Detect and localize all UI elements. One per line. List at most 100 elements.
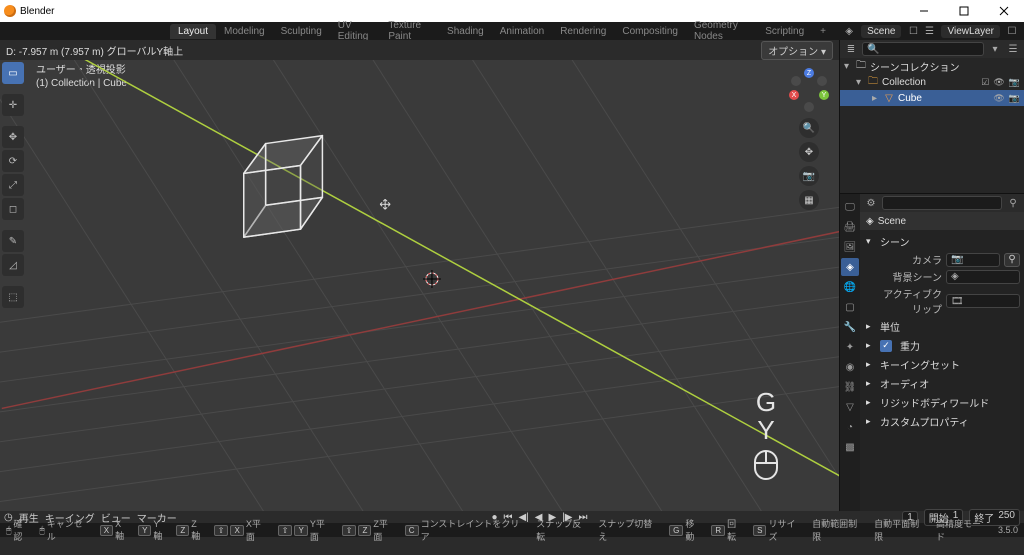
menu-edit[interactable]: 編集 xyxy=(72,22,104,41)
tab-material[interactable]: ◔ xyxy=(841,418,859,436)
new-collection-icon[interactable]: ☰ xyxy=(1006,42,1020,56)
tab-animation[interactable]: Animation xyxy=(492,24,552,39)
tab-constraints[interactable]: ⛓ xyxy=(841,378,859,396)
tab-object[interactable]: ▢ xyxy=(841,298,859,316)
tab-shading[interactable]: Shading xyxy=(439,24,492,39)
properties-breadcrumb: ◈ Scene xyxy=(860,212,1024,230)
pin-icon[interactable]: ⚲ xyxy=(1006,196,1020,210)
key-y-label: Y xyxy=(753,416,779,445)
outliner-header: ≣ 🔍 ▾ ☰ xyxy=(840,40,1024,58)
tab-layout[interactable]: Layout xyxy=(170,24,216,39)
exclude-checkbox-icon[interactable]: ☑ xyxy=(981,77,989,88)
tool-cursor[interactable]: ✛ xyxy=(2,94,24,116)
bg-scene-label: 背景シーン xyxy=(876,269,942,284)
tab-render[interactable]: 🖵 xyxy=(841,198,859,216)
panel-units-header[interactable]: ▸単位 xyxy=(864,317,1020,336)
tab-modifiers[interactable]: 🔧 xyxy=(841,318,859,336)
disable-object-render-icon[interactable]: 📷 xyxy=(1009,93,1020,104)
screencast-keys-overlay: G Y xyxy=(753,388,779,481)
properties-tabs: 🖵 🖨 🖼 ◈ 🌐 ▢ 🔧 ✦ ◉ ⛓ ▽ ◔ ▩ xyxy=(840,194,860,511)
new-scene-icon[interactable]: ☐ xyxy=(905,23,921,39)
properties-header: ⚙ ⚲ xyxy=(860,194,1024,212)
blender-icon xyxy=(4,5,16,17)
mouse-left-icon: 🖱 xyxy=(6,525,11,536)
panel-scene-header[interactable]: ▾シーン xyxy=(864,232,1020,251)
key-g-label: G xyxy=(753,388,779,417)
tab-data[interactable]: ▽ xyxy=(841,398,859,416)
version-label: 3.5.0 xyxy=(998,525,1018,535)
outliner-collection[interactable]: ▾🗀 Collection ☑👁📷 xyxy=(840,74,1024,90)
cube-object[interactable] xyxy=(244,136,323,238)
tab-output[interactable]: 🖨 xyxy=(841,218,859,236)
scene-3d-canvas xyxy=(0,40,839,511)
tool-move[interactable]: ✥ xyxy=(2,126,24,148)
outliner-cube[interactable]: ▸▽ Cube 👁📷 xyxy=(840,90,1024,106)
tab-viewlayer[interactable]: 🖼 xyxy=(841,238,859,256)
scene-collection-icon: 🗀 xyxy=(854,58,868,75)
viewport-3d[interactable]: D: -7.957 m (7.957 m) グローバルY軸上 オプション ▾ ユ… xyxy=(0,40,839,511)
viewlayer-selector[interactable]: ViewLayer xyxy=(941,25,1000,38)
filter-icon[interactable]: ▾ xyxy=(988,42,1002,56)
tab-particles[interactable]: ✦ xyxy=(841,338,859,356)
outliner[interactable]: ▾🗀 シーンコレクション ▾🗀 Collection ☑👁📷 ▸▽ Cube 👁… xyxy=(840,58,1024,193)
camera-icon: 📷 xyxy=(951,254,963,265)
window-titlebar: Blender xyxy=(0,0,1024,22)
toolbar-left: ▭ ✛ ✥ ⟳ ⤢ ◻ ✎ ◿ ⬚ xyxy=(2,62,24,308)
camera-label: カメラ xyxy=(876,252,942,267)
add-workspace-button[interactable]: + xyxy=(812,24,834,39)
tab-rendering[interactable]: Rendering xyxy=(552,24,614,39)
tool-add-cube[interactable]: ⬚ xyxy=(2,286,24,308)
tab-sculpting[interactable]: Sculpting xyxy=(273,24,330,39)
viewlayer-icon[interactable]: ☰ xyxy=(921,23,937,39)
mesh-icon: ▽ xyxy=(882,93,896,104)
properties-editor-icon[interactable]: ⚙ xyxy=(864,196,878,210)
close-button[interactable] xyxy=(984,0,1024,22)
tab-scripting[interactable]: Scripting xyxy=(757,24,812,39)
properties-search[interactable] xyxy=(882,196,1002,210)
scene-bc-icon: ◈ xyxy=(866,216,874,227)
tool-select-box[interactable]: ▭ xyxy=(2,62,24,84)
cursor-3d-icon xyxy=(423,270,441,288)
panel-keying-header[interactable]: ▸キーイングセット xyxy=(864,355,1020,374)
panel-customprops-header[interactable]: ▸カスタムプロパティ xyxy=(864,412,1020,431)
tab-texture[interactable]: ▩ xyxy=(841,438,859,456)
panel-rigidbody-header[interactable]: ▸リジッドボディワールド xyxy=(864,393,1020,412)
tool-transform[interactable]: ◻ xyxy=(2,198,24,220)
disable-render-icon[interactable]: 📷 xyxy=(1009,77,1020,88)
status-bar: 🖱確認 🖱キャンセル XX軸 YY軸 ZZ軸 ⇧XX平面 ⇧YY平面 ⇧ZZ平面… xyxy=(0,523,1024,537)
hide-object-icon[interactable]: 👁 xyxy=(993,93,1004,104)
maximize-button[interactable] xyxy=(944,0,984,22)
options-dropdown[interactable]: オプション ▾ xyxy=(761,41,833,60)
tool-scale[interactable]: ⤢ xyxy=(2,174,24,196)
hide-icon[interactable]: 👁 xyxy=(993,77,1004,88)
tab-compositing[interactable]: Compositing xyxy=(614,24,686,39)
tab-physics[interactable]: ◉ xyxy=(841,358,859,376)
gravity-checkbox[interactable]: ✓ xyxy=(880,340,892,352)
panel-gravity-header[interactable]: ▸✓重力 xyxy=(864,336,1020,355)
outliner-scene-collection[interactable]: ▾🗀 シーンコレクション xyxy=(840,58,1024,74)
outliner-editor-icon[interactable]: ≣ xyxy=(844,42,858,56)
scene-ref-icon: ◈ xyxy=(951,271,959,282)
panel-audio-header[interactable]: ▸オーディオ xyxy=(864,374,1020,393)
active-clip-label: アクティブクリップ xyxy=(876,286,942,316)
tool-annotate[interactable]: ✎ xyxy=(2,230,24,252)
outliner-search[interactable]: 🔍 xyxy=(862,42,984,56)
active-clip-field[interactable]: 🎞 xyxy=(946,294,1020,308)
menu-file[interactable]: ファイル xyxy=(20,22,72,41)
tab-world[interactable]: 🌐 xyxy=(841,278,859,296)
new-viewlayer-icon[interactable]: ☐ xyxy=(1004,23,1020,39)
menu-render[interactable]: レンダー xyxy=(104,22,156,41)
tab-modeling[interactable]: Modeling xyxy=(216,24,273,39)
search-icon: 🔍 xyxy=(867,44,879,55)
eyedropper-icon[interactable]: ⚲ xyxy=(1004,253,1020,267)
tool-measure[interactable]: ◿ xyxy=(2,254,24,276)
minimize-button[interactable] xyxy=(904,0,944,22)
scene-icon[interactable]: ◈ xyxy=(841,23,857,39)
clip-icon: 🎞 xyxy=(951,296,964,307)
scene-selector[interactable]: Scene xyxy=(861,25,901,38)
window-title: Blender xyxy=(20,6,54,17)
camera-field[interactable]: 📷 xyxy=(946,253,1000,267)
tab-scene[interactable]: ◈ xyxy=(841,258,859,276)
tool-rotate[interactable]: ⟳ xyxy=(2,150,24,172)
bg-scene-field[interactable]: ◈ xyxy=(946,270,1020,284)
